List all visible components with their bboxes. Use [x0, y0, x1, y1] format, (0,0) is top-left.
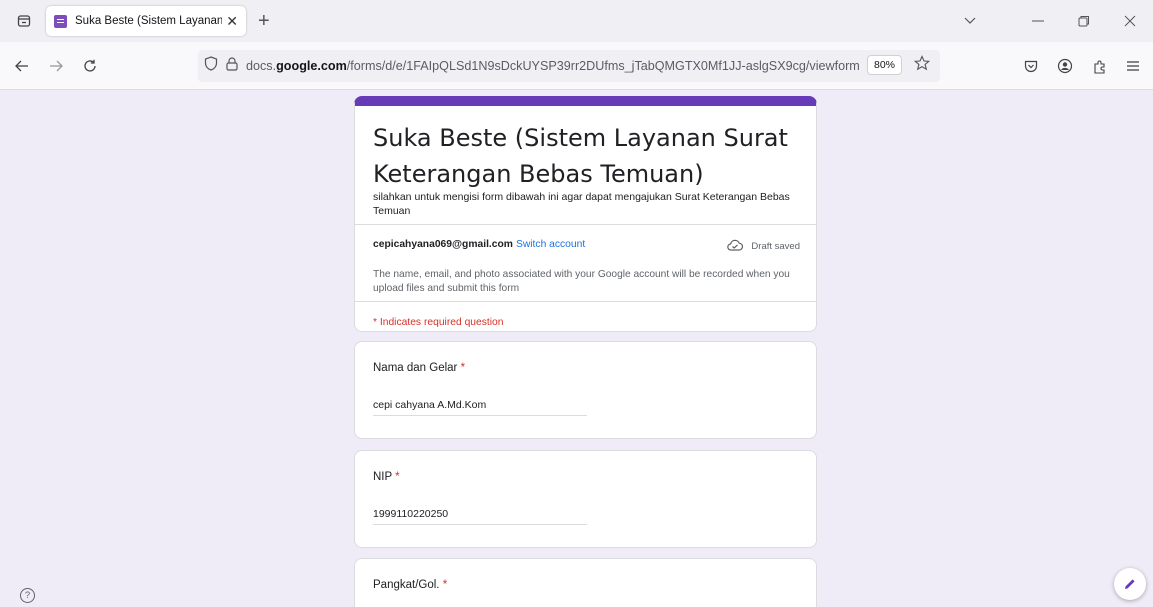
question-card-nip: NIP * 1999110220250: [354, 450, 817, 548]
question-label: NIP *: [373, 471, 400, 483]
question-label: Nama dan Gelar *: [373, 362, 466, 374]
list-all-tabs-icon[interactable]: [10, 7, 38, 35]
close-window-icon[interactable]: [1107, 0, 1153, 42]
browser-tab-bar: Suka Beste (Sistem Layanan Sur ✕ +: [0, 0, 1153, 42]
account-icon[interactable]: [1051, 52, 1079, 80]
forward-arrow-icon[interactable]: [42, 52, 70, 80]
tab-title: Suka Beste (Sistem Layanan Sur: [75, 15, 223, 27]
window-controls: [947, 0, 1153, 42]
question-card-nama-dan-gelar: Nama dan Gelar * cepi cahyana A.Md.Kom: [354, 341, 817, 439]
help-question-icon[interactable]: ?: [20, 588, 35, 603]
restore-icon[interactable]: [1061, 0, 1107, 42]
url-text: docs.google.com/forms/d/e/1FAIpQLSd1N9sD…: [246, 59, 860, 73]
navigation-bar: docs.google.com/forms/d/e/1FAIpQLSd1N9sD…: [0, 42, 1153, 90]
required-asterisk: *: [460, 362, 466, 374]
form-header-card: Suka Beste (Sistem Layanan Surat Keteran…: [354, 96, 817, 332]
nip-input[interactable]: 1999110220250: [373, 508, 587, 525]
zoom-level-button[interactable]: 80%: [866, 55, 902, 75]
page-content: Suka Beste (Sistem Layanan Surat Keteran…: [0, 91, 1153, 607]
pocket-icon[interactable]: [1017, 52, 1045, 80]
account-email: cepicahyana069@gmail.com: [373, 239, 513, 250]
edit-pencil-icon[interactable]: [1114, 568, 1146, 600]
minimize-icon[interactable]: [1015, 0, 1061, 42]
question-label: Pangkat/Gol. *: [373, 579, 448, 591]
tracking-protection-shield-icon[interactable]: [204, 56, 218, 76]
form-description: silahkan untuk mengisi form dibawah ini …: [373, 191, 790, 217]
divider: [355, 224, 816, 225]
google-forms-favicon-icon: [54, 14, 67, 28]
cloud-done-icon: [727, 239, 744, 254]
bookmark-star-icon[interactable]: [913, 55, 931, 76]
draft-status: Draft saved: [727, 239, 800, 254]
required-indicator-note: * Indicates required question: [373, 317, 504, 328]
back-arrow-icon[interactable]: [8, 52, 36, 80]
browser-tab[interactable]: Suka Beste (Sistem Layanan Sur ✕: [46, 6, 246, 36]
address-bar[interactable]: docs.google.com/forms/d/e/1FAIpQLSd1N9sD…: [198, 50, 940, 82]
nama-gelar-input[interactable]: cepi cahyana A.Md.Kom: [373, 399, 587, 416]
required-asterisk: *: [395, 471, 400, 483]
menu-hamburger-icon[interactable]: [1119, 52, 1147, 80]
record-notice: The name, email, and photo associated wi…: [373, 269, 790, 294]
draft-saved-text: Draft saved: [751, 241, 800, 252]
form-title: Suka Beste (Sistem Layanan Surat Keteran…: [373, 124, 788, 188]
padlock-icon[interactable]: [226, 56, 238, 76]
question-card-pangkat-gol: Pangkat/Gol. *: [354, 558, 817, 607]
account-line: cepicahyana069@gmail.com Switch account: [373, 239, 585, 250]
toolbar-right: [1017, 52, 1147, 80]
divider: [355, 301, 816, 302]
new-tab-button[interactable]: +: [258, 10, 270, 33]
close-tab-icon[interactable]: ✕: [226, 13, 238, 30]
extensions-icon[interactable]: [1085, 52, 1113, 80]
reload-icon[interactable]: [76, 52, 104, 80]
switch-account-link[interactable]: Switch account: [516, 239, 585, 250]
tab-overflow-chevron-icon[interactable]: [947, 0, 993, 42]
required-asterisk: *: [442, 579, 448, 591]
